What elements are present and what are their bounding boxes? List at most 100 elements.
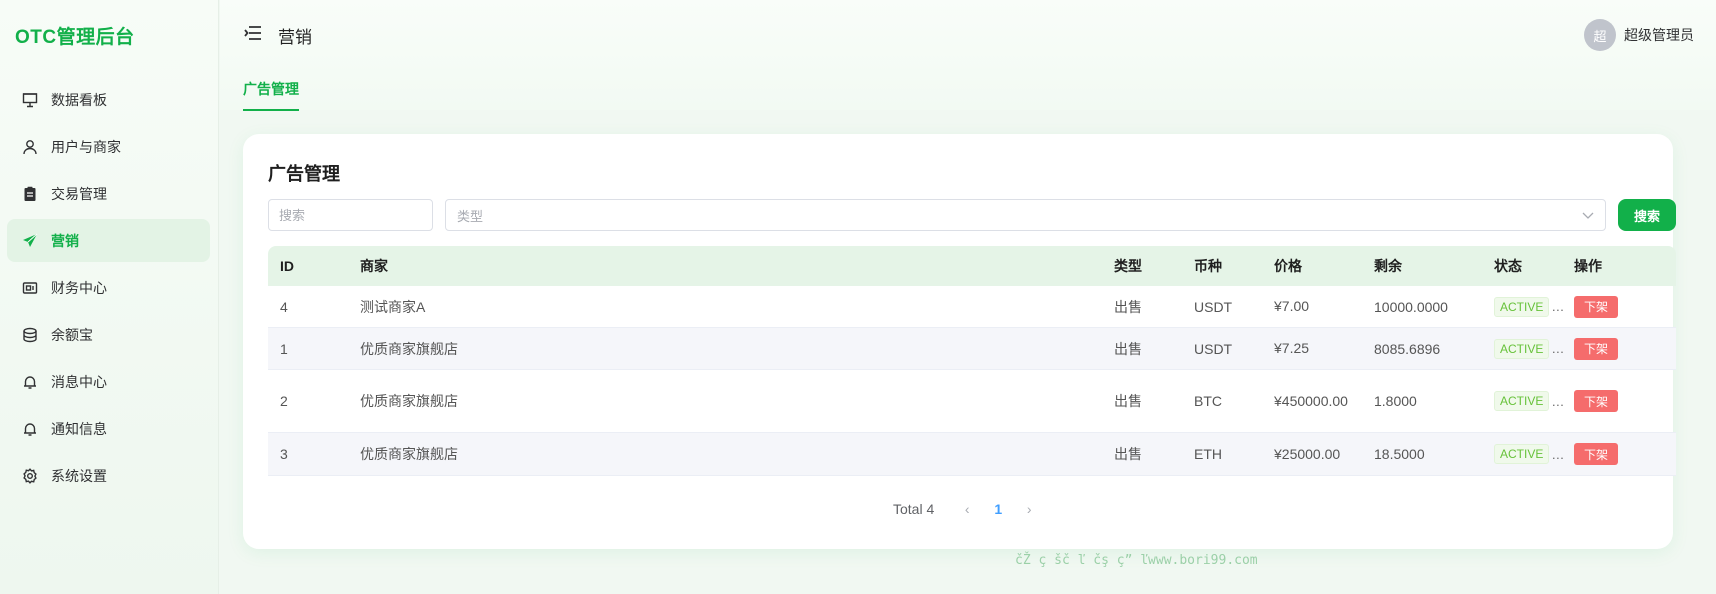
bell-icon	[21, 420, 39, 438]
brand-logo: OTC管理后台	[15, 27, 135, 48]
sidebar-item-label: 财务中心	[51, 279, 107, 296]
avatar[interactable]: 超	[1584, 19, 1616, 51]
cell-coin: BTC	[1194, 393, 1222, 409]
cell-remaining: 8085.6896	[1374, 340, 1441, 357]
table-header: ID 商家 类型 币种 价格 剩余 状态 操作	[268, 246, 1676, 286]
sidebar-item-label: 通知信息	[51, 420, 107, 437]
coins-icon	[21, 326, 39, 344]
chevron-left-icon[interactable]: ‹	[952, 501, 982, 517]
cell-id: 4	[280, 298, 288, 315]
cell-id: 1	[280, 340, 288, 357]
search-input[interactable]	[268, 199, 433, 231]
column-header: 商家	[360, 258, 388, 274]
ad-management-card: 广告管理 类型 搜索 ID 商家 类型 币种 价格 剩余 状态 操作 4 测试商…	[243, 134, 1676, 549]
delist-button[interactable]: 下架	[1574, 443, 1619, 465]
column-header: 类型	[1114, 258, 1142, 274]
column-header: 操作	[1574, 258, 1602, 274]
chevron-right-icon[interactable]: ›	[1014, 501, 1044, 517]
cell-coin: USDT	[1194, 340, 1233, 357]
cell-status: ACTIVE…	[1482, 391, 1564, 411]
sidebar-item-label: 余额宝	[51, 326, 93, 343]
cell-type: 出售	[1114, 298, 1142, 315]
watermark: čŽ ç šč ľ čş ç” ľwww.bori99.com	[1015, 553, 1258, 568]
sidebar-item-yuebao[interactable]: 余额宝	[7, 313, 210, 356]
username[interactable]: 超级管理员	[1624, 25, 1694, 45]
cell-id: 3	[280, 446, 288, 462]
cell-coin: ETH	[1194, 446, 1222, 462]
send-icon	[21, 232, 39, 250]
page-number-current[interactable]: 1	[982, 501, 1014, 517]
user-menu[interactable]: 超 超级管理员	[1584, 19, 1694, 51]
menu-toggle-icon[interactable]	[244, 25, 262, 41]
sidebar-item-label: 用户与商家	[51, 138, 121, 155]
type-select-placeholder: 类型	[457, 208, 484, 224]
cell-price: ¥450000.00	[1274, 392, 1348, 409]
cell-merchant: 优质商家旗舰店	[360, 393, 458, 409]
type-select[interactable]: 类型	[445, 199, 1606, 231]
sidebar-item-label: 消息中心	[51, 373, 107, 390]
sidebar-item-users[interactable]: 用户与商家	[7, 125, 210, 168]
sidebar-item-messages[interactable]: 消息中心	[7, 360, 210, 403]
status-badge: ACTIVE	[1494, 444, 1550, 464]
search-button[interactable]: 搜索	[1618, 199, 1676, 231]
cell-remaining: 10000.0000	[1374, 298, 1448, 315]
ads-table: ID 商家 类型 币种 价格 剩余 状态 操作 4 测试商家A 出售 USDT …	[268, 246, 1676, 476]
sidebar: OTC管理后台 数据看板 用户与商家 交易管理 营销 财务中心 余额宝 消息中心…	[0, 0, 219, 594]
cell-price: ¥7.00	[1274, 298, 1310, 314]
top-header: 营销 超 超级管理员 广告管理	[220, 0, 1716, 111]
column-header: 币种	[1194, 258, 1222, 274]
sidebar-item-marketing[interactable]: 营销	[7, 219, 210, 262]
pagination: Total 4 ‹ 1 ›	[893, 501, 1044, 517]
sidebar-item-notifications[interactable]: 通知信息	[7, 407, 210, 450]
cell-action: 下架	[1562, 337, 1676, 360]
cell-id: 2	[280, 393, 288, 409]
sidebar-menu: 数据看板 用户与商家 交易管理 营销 财务中心 余额宝 消息中心 通知信息 系统…	[7, 78, 210, 501]
chevron-down-icon	[1581, 208, 1595, 222]
table-row: 4 测试商家A 出售 USDT ¥7.00 10000.0000 ACTIVE……	[268, 286, 1676, 328]
bell-icon	[21, 373, 39, 391]
sidebar-item-trades[interactable]: 交易管理	[7, 172, 210, 215]
cell-type: 出售	[1114, 340, 1142, 357]
status-badge: ACTIVE	[1494, 338, 1550, 359]
table-row: 1 优质商家旗舰店 出售 USDT ¥7.25 8085.6896 ACTIVE…	[268, 328, 1676, 370]
delist-button[interactable]: 下架	[1574, 390, 1619, 412]
cell-action: 下架	[1562, 295, 1676, 318]
cell-action: 下架	[1562, 443, 1676, 465]
sidebar-item-dashboard[interactable]: 数据看板	[7, 78, 210, 121]
column-header: 状态	[1494, 258, 1522, 274]
column-header: 剩余	[1374, 258, 1402, 274]
cell-action: 下架	[1562, 390, 1676, 412]
cell-status: ACTIVE…	[1482, 444, 1564, 464]
status-badge: ACTIVE	[1494, 296, 1550, 317]
sidebar-item-settings[interactable]: 系统设置	[7, 454, 210, 497]
cell-coin: USDT	[1194, 298, 1233, 315]
user-icon	[21, 138, 39, 156]
dashboard-icon	[21, 91, 39, 109]
delist-button[interactable]: 下架	[1574, 337, 1619, 360]
cell-type: 出售	[1114, 446, 1142, 462]
delist-button[interactable]: 下架	[1574, 295, 1619, 318]
clipboard-icon	[21, 185, 39, 203]
column-header: 价格	[1274, 257, 1302, 274]
sidebar-item-label: 系统设置	[51, 467, 107, 484]
finance-icon	[21, 279, 39, 297]
cell-price: ¥25000.00	[1274, 445, 1341, 462]
page-title: 营销	[278, 28, 312, 47]
cell-remaining: 18.5000	[1374, 446, 1425, 462]
sidebar-item-label: 营销	[51, 232, 79, 249]
cell-merchant: 测试商家A	[360, 298, 426, 315]
table-row: 2 优质商家旗舰店 出售 BTC ¥450000.00 1.8000 ACTIV…	[268, 370, 1676, 433]
tab-ad-management[interactable]: 广告管理	[243, 79, 299, 111]
gear-icon	[21, 467, 39, 485]
cell-merchant: 优质商家旗舰店	[360, 446, 458, 462]
sidebar-item-label: 数据看板	[51, 91, 107, 108]
table-row: 3 优质商家旗舰店 出售 ETH ¥25000.00 18.5000 ACTIV…	[268, 433, 1676, 476]
column-header: ID	[280, 258, 294, 274]
sidebar-item-label: 交易管理	[51, 185, 107, 202]
cell-type: 出售	[1114, 393, 1142, 409]
card-title: 广告管理	[268, 164, 340, 184]
status-badge: ACTIVE	[1494, 391, 1550, 411]
cell-merchant: 优质商家旗舰店	[360, 340, 458, 357]
cell-status: ACTIVE…	[1482, 338, 1564, 359]
sidebar-item-finance[interactable]: 财务中心	[7, 266, 210, 309]
